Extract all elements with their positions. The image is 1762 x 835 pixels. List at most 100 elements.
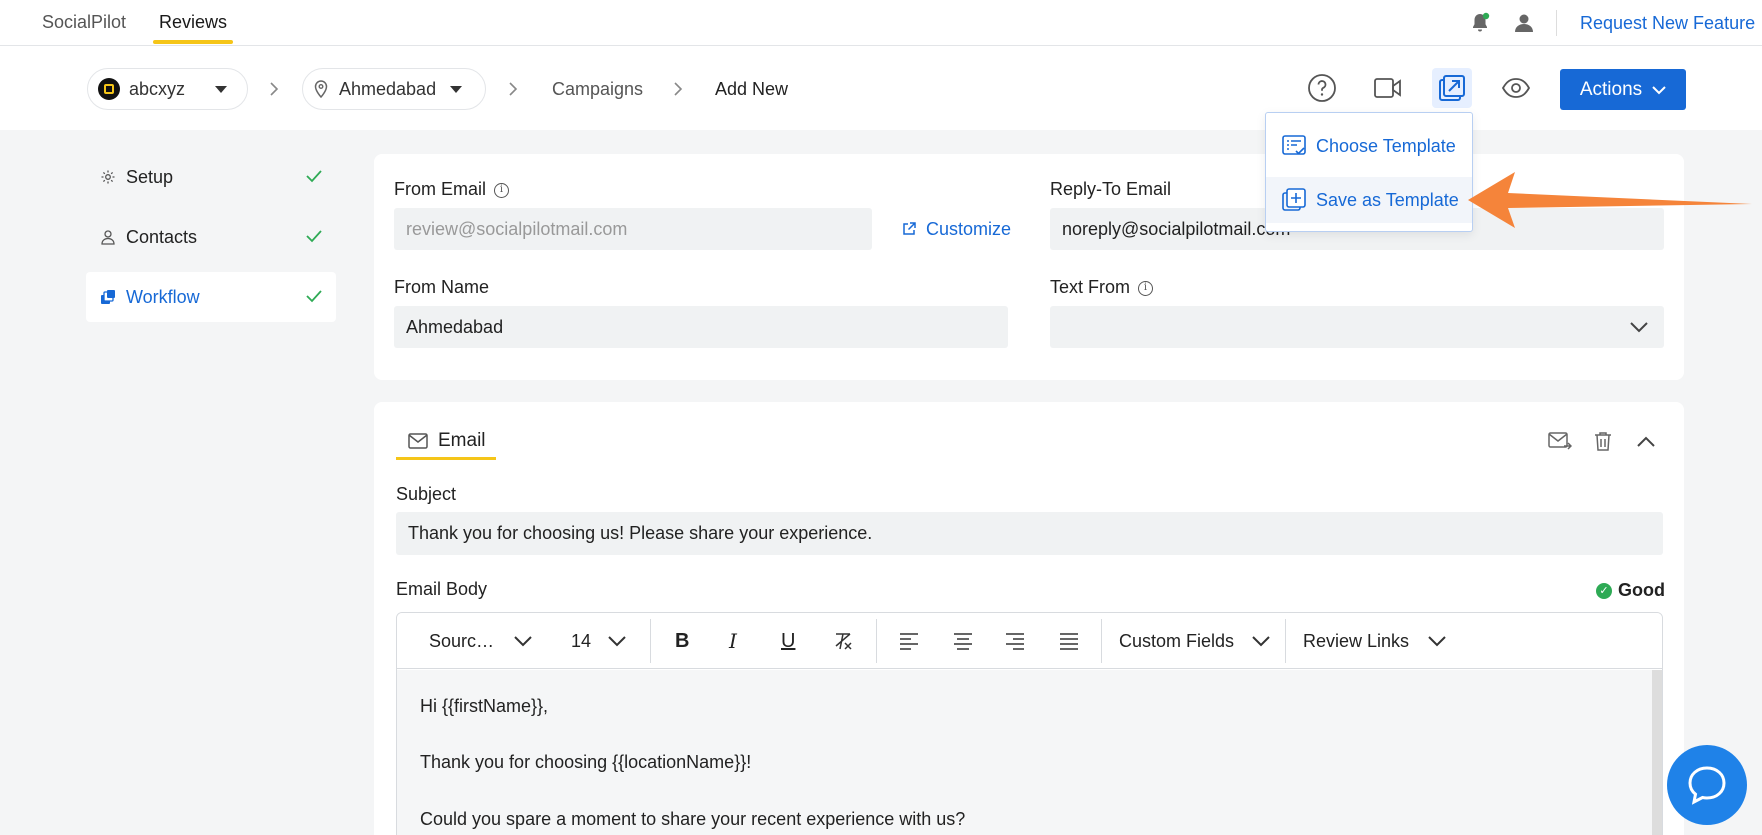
video-icon xyxy=(1374,78,1401,98)
bold-icon[interactable]: B xyxy=(675,613,689,669)
actions-label: Actions xyxy=(1579,78,1643,100)
align-center-icon[interactable] xyxy=(953,632,973,650)
underline-icon[interactable]: U xyxy=(781,613,795,669)
customize-link[interactable]: Customize xyxy=(902,208,1011,250)
notification-bell-icon[interactable] xyxy=(1468,11,1492,35)
template-button[interactable] xyxy=(1432,68,1472,108)
choose-template-icon xyxy=(1282,135,1306,155)
email-body-label: Email Body xyxy=(396,579,488,599)
location-name: Ahmedabad xyxy=(339,78,437,99)
sidebar-item-label: Contacts xyxy=(126,226,198,247)
info-icon[interactable]: i xyxy=(1138,280,1154,296)
video-button[interactable] xyxy=(1372,72,1404,104)
save-template-icon xyxy=(1282,188,1306,211)
toolbar-divider xyxy=(1101,619,1102,663)
align-right-icon[interactable] xyxy=(1005,632,1025,650)
email-body-editor: Sourc… 14 B I U Custom Fields Review Lin… xyxy=(396,612,1663,835)
sidebar-item-label: Workflow xyxy=(126,286,200,307)
tab-reviews[interactable]: Reviews xyxy=(152,0,234,44)
check-icon xyxy=(306,290,322,303)
workflow-icon xyxy=(101,290,115,304)
email-tab-label: Email xyxy=(438,429,486,451)
reply-to-label: Reply-To Email xyxy=(1050,179,1172,199)
font-family-value: Sourc… xyxy=(429,630,495,651)
help-button[interactable] xyxy=(1306,72,1338,104)
text-from-select[interactable] xyxy=(1050,306,1664,348)
gear-icon xyxy=(101,170,115,184)
align-justify-icon[interactable] xyxy=(1059,632,1079,650)
breadcrumb: abcxyz Ahmedabad Campaigns Add New Actio… xyxy=(0,46,1762,130)
location-selector[interactable]: Ahmedabad xyxy=(302,68,486,110)
custom-fields-dropdown[interactable]: Custom Fields xyxy=(1119,613,1234,669)
save-as-template-label: Save as Template xyxy=(1316,189,1459,210)
template-icon xyxy=(1439,75,1465,101)
sidebar-item-setup[interactable]: Setup xyxy=(86,152,336,202)
toolbar-divider xyxy=(1285,619,1286,663)
from-name-field[interactable]: Ahmedabad xyxy=(394,306,1008,348)
tab-email[interactable]: Email xyxy=(396,424,496,460)
external-link-icon xyxy=(903,222,916,235)
customize-label: Customize xyxy=(926,218,1012,239)
annotation-arrow-icon xyxy=(1468,172,1752,228)
chevron-down-icon[interactable] xyxy=(1251,635,1271,648)
caret-down-icon xyxy=(215,85,228,93)
custom-fields-label: Custom Fields xyxy=(1119,630,1235,651)
from-name-label: From Name xyxy=(394,277,490,297)
clear-format-icon[interactable] xyxy=(833,631,855,651)
trash-icon[interactable] xyxy=(1594,431,1612,451)
quality-label: Good xyxy=(1618,580,1665,600)
toolbar-divider xyxy=(650,619,651,663)
account-selector[interactable]: abcxyz xyxy=(87,68,248,110)
align-left-icon[interactable] xyxy=(899,632,919,650)
eye-icon xyxy=(1501,78,1531,98)
account-logo-icon xyxy=(98,78,120,100)
info-icon[interactable]: i xyxy=(494,182,510,198)
location-pin-icon xyxy=(314,80,328,98)
breadcrumb-campaigns[interactable]: Campaigns xyxy=(552,68,643,110)
subject-label: Subject xyxy=(396,484,457,504)
support-chat-button[interactable] xyxy=(1667,745,1747,825)
email-body-content[interactable]: Hi {{firstName}}, Thank you for choosing… xyxy=(397,670,1662,835)
body-line: Hi {{firstName}}, xyxy=(420,696,549,716)
top-nav: SocialPilot Reviews Request New Feature xyxy=(0,0,1762,46)
chevron-up-icon[interactable] xyxy=(1636,434,1656,448)
text-from-label: Text From i xyxy=(1050,277,1154,298)
account-name: abcxyz xyxy=(129,78,186,99)
actions-button[interactable]: Actions xyxy=(1560,69,1686,110)
template-menu: Choose Template Save as Template xyxy=(1265,112,1473,232)
font-size-select[interactable]: 14 xyxy=(571,613,591,669)
italic-icon[interactable]: I xyxy=(729,613,737,669)
from-email-field[interactable]: review@socialpilotmail.com xyxy=(394,208,872,250)
preview-button[interactable] xyxy=(1500,72,1532,104)
sidebar-item-workflow[interactable]: Workflow xyxy=(86,272,336,322)
save-as-template-item[interactable]: Save as Template xyxy=(1266,177,1472,223)
check-icon xyxy=(306,230,322,243)
workflow-steps-menu: Setup Contacts Workflow xyxy=(86,152,336,332)
help-icon xyxy=(1308,74,1336,102)
body-line: Thank you for choosing {{locationName}}! xyxy=(420,752,752,772)
chevron-down-icon[interactable] xyxy=(513,635,533,648)
chevron-down-icon xyxy=(1652,85,1666,94)
chevron-down-icon[interactable] xyxy=(1427,635,1447,648)
body-line: Could you spare a moment to share your r… xyxy=(420,809,966,829)
sidebar-item-label: Setup xyxy=(126,166,174,187)
chevron-right-icon xyxy=(674,82,683,96)
chevron-right-icon xyxy=(270,82,279,96)
mail-icon xyxy=(408,432,428,449)
toolbar-divider xyxy=(876,619,877,663)
sidebar-item-contacts[interactable]: Contacts xyxy=(86,212,336,262)
choose-template-item[interactable]: Choose Template xyxy=(1266,123,1472,169)
chevron-down-icon[interactable] xyxy=(607,635,627,648)
review-links-dropdown[interactable]: Review Links xyxy=(1303,613,1409,669)
nav-divider xyxy=(1556,10,1557,36)
tab-socialpilot[interactable]: SocialPilot xyxy=(42,0,126,44)
editor-scrollbar[interactable] xyxy=(1652,670,1662,835)
user-account-icon[interactable] xyxy=(1512,11,1536,35)
check-circle-icon: ✓ xyxy=(1596,582,1612,599)
editor-toolbar: Sourc… 14 B I U Custom Fields Review Lin… xyxy=(397,613,1662,669)
subject-input[interactable]: Thank you for choosing us! Please share … xyxy=(396,512,1663,555)
chevron-down-icon xyxy=(1630,322,1648,333)
request-new-feature-link[interactable]: Request New Feature xyxy=(1580,0,1755,46)
send-test-email-icon[interactable] xyxy=(1548,431,1572,451)
choose-template-label: Choose Template xyxy=(1316,135,1456,156)
